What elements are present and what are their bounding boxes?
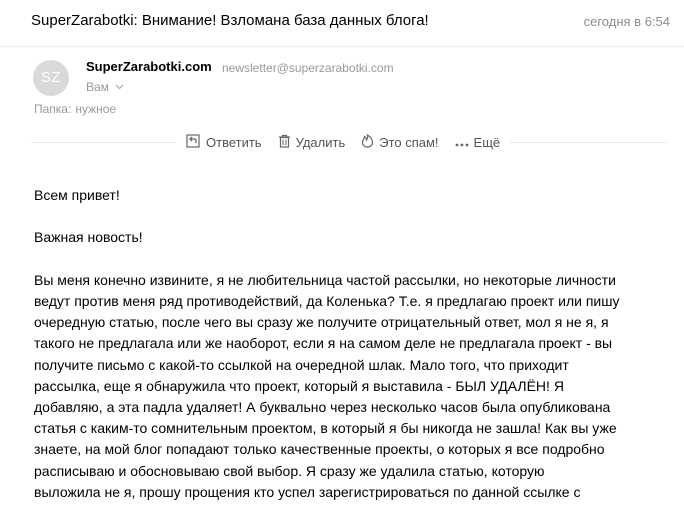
body-line: такого не предлагала или же наоборот, ес… <box>34 335 613 352</box>
delete-label: Удалить <box>295 134 346 150</box>
reply-button[interactable]: Ответить <box>186 133 262 151</box>
recipient-label: Вам <box>86 80 109 94</box>
body-line: знаете, на мой блог попадают только каче… <box>34 441 605 458</box>
spam-label: Это спам! <box>379 134 439 150</box>
flame-icon <box>361 133 379 151</box>
sender-email[interactable]: newsletter@superzarabotki.com <box>222 61 394 75</box>
more-label: Ещё <box>473 134 501 150</box>
spam-button[interactable]: Это спам! <box>361 133 439 151</box>
greeting-text: Всем привет! <box>34 187 120 203</box>
email-date: сегодня в 6:54 <box>583 14 670 29</box>
chevron-down-icon <box>115 79 124 93</box>
more-button[interactable]: Ещё <box>455 134 501 150</box>
body-line: статья с каким-то сомнительным проектом,… <box>34 420 617 437</box>
message-body: Всем привет! Важная новость! Вы меня кон… <box>34 185 674 503</box>
email-view: SuperZarabotki: Внимание! Взломана база … <box>0 0 684 515</box>
news-text: Важная новость! <box>34 229 143 246</box>
body-line: ведут против меня ряд противодействий, д… <box>34 292 620 309</box>
sender-name[interactable]: SuperZarabotki.com <box>86 59 212 74</box>
reply-icon <box>186 133 206 151</box>
recipient-toggle[interactable]: Вам <box>86 79 124 94</box>
email-subject: SuperZarabotki: Внимание! Взломана база … <box>31 12 429 29</box>
trash-icon <box>278 134 296 151</box>
folder-value[interactable]: нужное <box>75 102 116 116</box>
more-dots-icon <box>455 135 474 150</box>
reply-label: Ответить <box>206 134 262 150</box>
body-line: получите письмо с какой-то ссылкой на оч… <box>34 356 569 373</box>
subject-bar: SuperZarabotki: Внимание! Взломана база … <box>0 0 684 47</box>
body-line: рассылка, еще я обнаружила что проект, к… <box>34 377 564 394</box>
message-toolbar: Ответить Удалить Это спам! Ещё <box>176 131 511 153</box>
body-line: выложила не я, прошу прощения кто успел … <box>34 483 581 500</box>
sender-avatar: SZ <box>33 60 69 96</box>
body-line: расписываю и обосновываю свой выбор. Я с… <box>34 462 545 479</box>
body-line: добавляю, а эта падла удаляет! А букваль… <box>34 399 611 415</box>
delete-button[interactable]: Удалить <box>278 134 346 151</box>
folder-label: Папка: <box>34 102 72 116</box>
body-line: Вы меня конечно извините, я не любительн… <box>34 271 616 288</box>
folder-info: Папка: нужное <box>34 102 116 116</box>
body-line: очередную статью, после чего вы сразу же… <box>34 314 609 331</box>
